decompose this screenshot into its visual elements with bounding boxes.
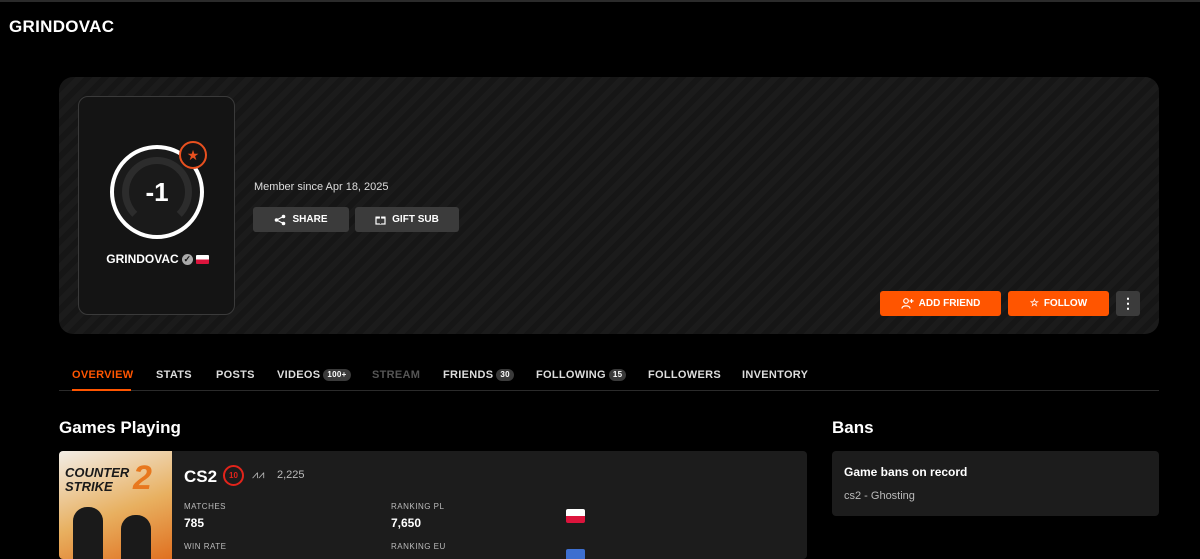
tab-stream: STREAM <box>372 369 421 381</box>
tab-posts[interactable]: POSTS <box>216 369 255 381</box>
matches-label: MATCHES <box>184 502 227 511</box>
eu-region-icon <box>566 549 585 559</box>
gift-sub-label: GIFT SUB <box>392 214 439 225</box>
tab-following[interactable]: FOLLOWING 15 <box>536 369 627 381</box>
bans-heading: Game bans on record <box>844 465 968 479</box>
tab-overview[interactable]: OVERVIEW <box>72 369 134 381</box>
add-user-icon <box>901 298 914 309</box>
rank-badge-icon[interactable]: ★ <box>179 141 207 169</box>
follow-button[interactable]: ☆ FOLLOW <box>1008 291 1109 316</box>
poland-flag-icon <box>566 509 585 523</box>
ranking-pl-value: 7,650 <box>391 516 422 530</box>
tab-videos[interactable]: VIDEOS 100+ <box>277 369 351 381</box>
username: GRINDOVAC <box>106 252 179 266</box>
star-icon: ☆ <box>1029 298 1039 309</box>
gift-sub-button[interactable]: GIFT SUB <box>355 207 459 232</box>
poland-flag-icon <box>195 255 209 265</box>
ranking-eu-label: RANKING EU <box>391 542 446 551</box>
elo-icon: ⩘⩘ <box>252 469 265 481</box>
share-label: SHARE <box>292 214 328 225</box>
tab-friends[interactable]: FRIENDS 30 <box>443 369 514 381</box>
elo-value: 2,225 <box>277 469 305 481</box>
tab-stats[interactable]: STATS <box>156 369 192 381</box>
share-button[interactable]: SHARE <box>253 207 349 232</box>
game-card-cs2[interactable]: COUNTER STRIKE 2 CS2 10 ⩘⩘ 2,225 MATCHES … <box>59 451 807 559</box>
profile-tabs: OVERVIEW STATS POSTS VIDEOS 100+ STREAM F… <box>59 360 1159 391</box>
add-friend-button[interactable]: ADD FRIEND <box>880 291 1001 316</box>
skill-level-badge: 10 <box>223 465 244 486</box>
add-friend-label: ADD FRIEND <box>918 298 981 309</box>
game-name: CS2 <box>184 467 218 486</box>
games-section-title: Games Playing <box>59 418 181 437</box>
gift-icon <box>375 216 386 225</box>
cover-art-figure <box>121 515 151 559</box>
bans-card: Game bans on record cs2 - Ghosting <box>832 451 1159 516</box>
cover-art-figure <box>73 507 103 559</box>
ranking-pl-label: RANKING PL <box>391 502 445 511</box>
more-options-button[interactable]: ⋮ <box>1116 291 1140 316</box>
cover-art-title: COUNTER STRIKE <box>65 465 130 494</box>
cover-art-number: 2 <box>133 459 152 497</box>
videos-count-badge: 100+ <box>323 369 351 381</box>
page-title: GRINDOVAC <box>9 17 115 36</box>
profile-hero: -1 ★ GRINDOVAC ✓ Member since Apr 18, 202… <box>59 77 1159 334</box>
tab-inventory[interactable]: INVENTORY <box>742 369 808 381</box>
friends-count-badge: 30 <box>496 369 514 381</box>
avatar-card: -1 ★ GRINDOVAC ✓ <box>78 96 235 315</box>
verified-icon: ✓ <box>181 254 193 266</box>
tab-followers[interactable]: FOLLOWERS <box>648 369 721 381</box>
member-since: Member since Apr 18, 2025 <box>254 181 389 193</box>
follow-label: FOLLOW <box>1043 298 1088 309</box>
top-divider <box>0 0 1200 2</box>
active-tab-indicator <box>72 389 131 391</box>
following-count-badge: 15 <box>608 369 627 381</box>
username-row: GRINDOVAC ✓ <box>79 252 236 266</box>
bans-section-title: Bans <box>832 418 874 437</box>
share-icon <box>275 214 286 225</box>
ban-record-item: cs2 - Ghosting <box>844 490 915 502</box>
cs2-cover-art: COUNTER STRIKE 2 <box>59 451 172 559</box>
matches-value: 785 <box>184 516 205 530</box>
win-rate-label: WIN RATE <box>184 542 227 551</box>
